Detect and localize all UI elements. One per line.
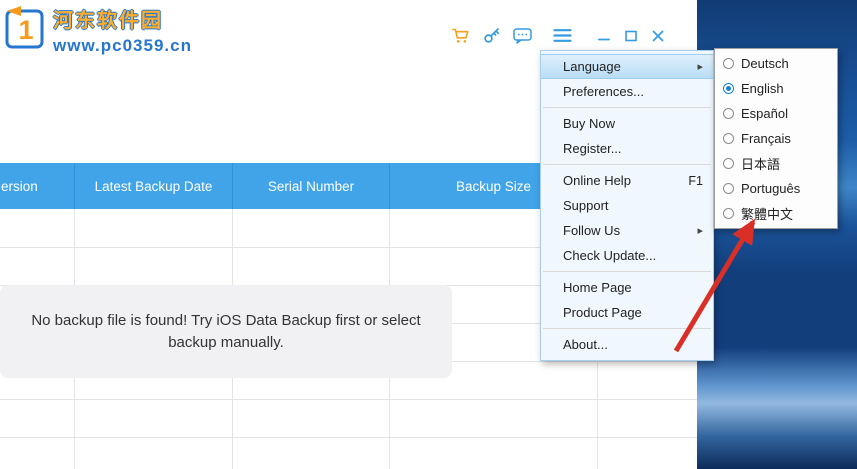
- menu-item-buy-now[interactable]: Buy Now: [541, 111, 713, 136]
- radio-icon: [723, 158, 734, 169]
- language-submenu: Deutsch English Español Français 日本語 Por…: [714, 48, 838, 229]
- column-header-label: Serial Number: [267, 178, 355, 194]
- radio-icon: [723, 183, 734, 194]
- screenshot-root: ersion Latest Backup Date Serial Number …: [0, 0, 857, 469]
- radio-icon: [723, 108, 734, 119]
- menu-item-preferences[interactable]: Preferences...: [541, 79, 713, 104]
- column-header-version: ersion: [0, 163, 75, 209]
- language-option-espanol[interactable]: Español: [715, 101, 837, 126]
- menu-separator: [543, 107, 711, 108]
- watermark-site-url: www.pc0359.cn: [53, 36, 192, 55]
- menu-item-register[interactable]: Register...: [541, 136, 713, 161]
- no-backup-message-text: No backup file is found! Try iOS Data Ba…: [31, 311, 421, 351]
- language-option-portugues[interactable]: Português: [715, 176, 837, 201]
- menu-separator: [543, 164, 711, 165]
- grid-line: [0, 399, 697, 400]
- menu-item-support[interactable]: Support: [541, 193, 713, 218]
- radio-icon: [723, 133, 734, 144]
- menu-item-check-update[interactable]: Check Update...: [541, 243, 713, 268]
- close-button[interactable]: [651, 29, 665, 43]
- no-backup-message: No backup file is found! Try iOS Data Ba…: [0, 285, 452, 378]
- menu-item-language[interactable]: Language ▸: [541, 54, 713, 79]
- cart-icon[interactable]: [452, 28, 470, 44]
- maximize-button[interactable]: [624, 29, 638, 43]
- column-header-label: Latest Backup Date: [94, 178, 213, 194]
- radio-selected-icon: [723, 83, 734, 94]
- svg-text:1: 1: [18, 15, 33, 45]
- titlebar-toolbar: [452, 27, 665, 44]
- menu-item-online-help[interactable]: Online Help F1: [541, 168, 713, 193]
- column-header-label: Backup Size: [455, 178, 532, 194]
- language-option-japanese[interactable]: 日本語: [715, 151, 837, 176]
- shortcut-label: F1: [688, 173, 703, 188]
- column-header-latest-backup-date: Latest Backup Date: [75, 163, 233, 209]
- message-icon[interactable]: [513, 27, 532, 44]
- menu-item-product-page[interactable]: Product Page: [541, 300, 713, 325]
- radio-icon: [723, 208, 734, 219]
- watermark-text: 河东软件园 www.pc0359.cn: [53, 4, 192, 56]
- menu-item-about[interactable]: About...: [541, 332, 713, 357]
- watermark-logo: 1 河东软件园 www.pc0359.cn: [3, 4, 192, 56]
- language-option-english[interactable]: English: [715, 76, 837, 101]
- key-icon[interactable]: [483, 27, 500, 44]
- column-header-label: ersion: [1, 178, 38, 194]
- watermark-logo-icon: 1: [5, 6, 44, 49]
- submenu-arrow-icon: ▸: [697, 61, 703, 73]
- menu-item-home-page[interactable]: Home Page: [541, 275, 713, 300]
- language-option-deutsch[interactable]: Deutsch: [715, 51, 837, 76]
- hamburger-menu-icon[interactable]: [553, 28, 572, 43]
- watermark-site-name: 河东软件园: [53, 10, 163, 32]
- menu-separator: [543, 328, 711, 329]
- minimize-button[interactable]: [597, 29, 611, 43]
- radio-icon: [723, 58, 734, 69]
- menu-separator: [543, 271, 711, 272]
- language-option-traditional-chinese[interactable]: 繁體中文: [715, 201, 837, 226]
- menu-item-follow-us[interactable]: Follow Us ▸: [541, 218, 713, 243]
- dropdown-menu: Language ▸ Preferences... Buy Now Regist…: [540, 50, 714, 361]
- submenu-arrow-icon: ▸: [697, 225, 703, 237]
- column-header-serial-number: Serial Number: [233, 163, 390, 209]
- language-option-francais[interactable]: Français: [715, 126, 837, 151]
- grid-line: [0, 437, 697, 438]
